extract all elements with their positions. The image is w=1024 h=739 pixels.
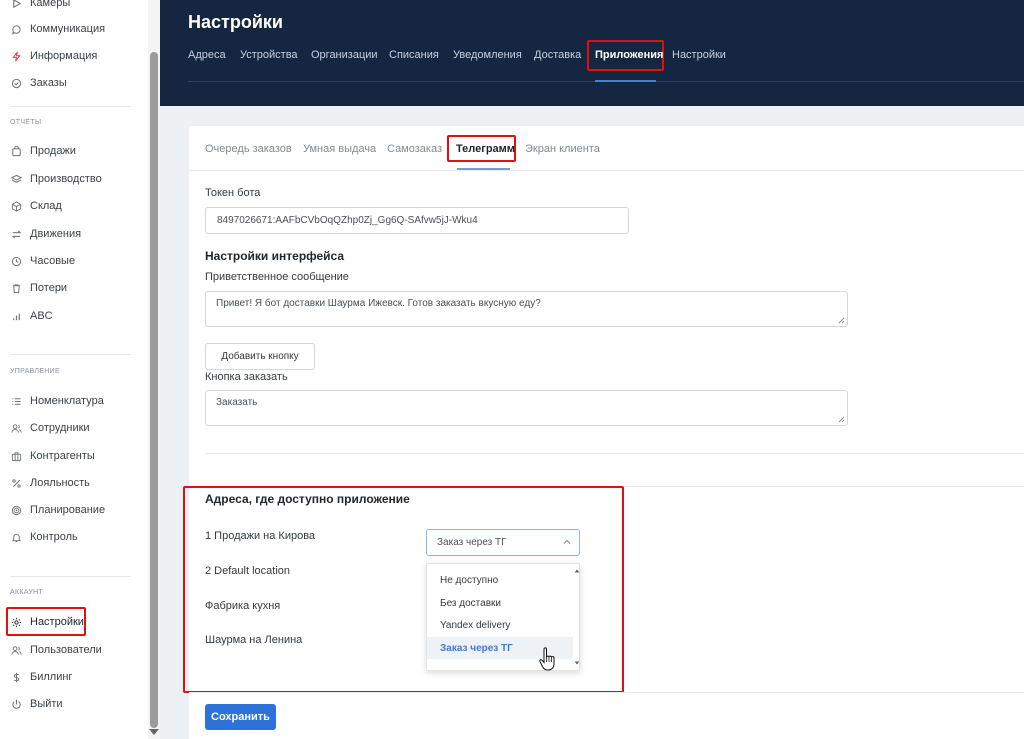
sidebar-item-production[interactable]: Производство xyxy=(10,169,102,189)
chevron-up-icon xyxy=(563,539,571,544)
tab-write-offs[interactable]: Списания xyxy=(389,49,439,61)
bar-chart-icon xyxy=(10,310,22,322)
tab-addresses[interactable]: Адреса xyxy=(188,49,226,61)
tab-devices[interactable]: Устройства xyxy=(240,49,298,61)
order-button-label: Кнопка заказать xyxy=(205,371,288,383)
target-icon xyxy=(10,504,22,516)
sidebar-item-logout[interactable]: Выйти xyxy=(10,694,63,714)
sidebar-item-nomenclature[interactable]: Номенклатура xyxy=(10,391,104,411)
list-icon xyxy=(10,395,22,407)
sidebar-item-users[interactable]: Пользователи xyxy=(10,640,102,660)
play-icon xyxy=(10,0,22,9)
tab-delivery[interactable]: Доставка xyxy=(534,49,581,61)
bell-icon xyxy=(10,531,22,543)
clock-icon xyxy=(10,255,22,267)
dropdown-scroll-up-icon[interactable] xyxy=(574,568,580,574)
availability-select-value: Заказ через ТГ xyxy=(437,537,507,548)
welcome-message-label: Приветственное сообщение xyxy=(205,271,349,283)
active-subtab-indicator xyxy=(457,168,510,170)
dropdown-scroll-down-icon[interactable] xyxy=(574,660,580,666)
dollar-icon xyxy=(10,671,22,683)
sidebar-item-losses[interactable]: Потери xyxy=(10,278,67,298)
sidebar-divider xyxy=(10,106,131,107)
token-label: Токен бота xyxy=(205,187,261,199)
sidebar-item-warehouse[interactable]: Склад xyxy=(10,196,62,216)
active-tab-indicator xyxy=(595,80,656,82)
bot-token-value: 8497026671:AAFbCVbOqQZhp0Zj_Gg6Q-SAfvw5j… xyxy=(217,215,478,226)
sidebar-item-billing[interactable]: Биллинг xyxy=(10,667,72,687)
section-label-reports: ОТЧЁТЫ xyxy=(10,119,42,126)
option-not-available[interactable]: Не доступно xyxy=(427,569,573,591)
sidebar-item-loyalty[interactable]: Лояльность xyxy=(10,473,90,493)
interface-settings-heading: Настройки интерфейса xyxy=(205,249,345,263)
box-icon xyxy=(10,200,22,212)
sidebar-item-cameras[interactable]: Камеры xyxy=(10,0,70,13)
addresses-heading: Адреса, где доступно приложение xyxy=(205,492,410,506)
trash-icon xyxy=(10,282,22,294)
sidebar-item-control[interactable]: Контроль xyxy=(10,527,78,547)
tab-settings[interactable]: Настройки xyxy=(672,49,726,61)
sidebar-item-employees[interactable]: Сотрудники xyxy=(10,418,90,438)
layers-icon xyxy=(10,173,22,185)
check-circle-icon xyxy=(10,77,22,89)
sidebar-item-orders[interactable]: Заказы xyxy=(10,73,67,93)
sidebar: Камеры Коммуникация Информация Заказы ОТ… xyxy=(0,0,148,739)
hand-cursor-icon xyxy=(539,647,555,671)
swap-icon xyxy=(10,228,22,240)
subtab-order-queue[interactable]: Очередь заказов xyxy=(205,143,292,155)
bot-token-input[interactable]: 8497026671:AAFbCVbOqQZhp0Zj_Gg6Q-SAfvw5j… xyxy=(205,207,629,234)
resize-handle-icon[interactable] xyxy=(838,416,845,423)
page-title: Настройки xyxy=(188,12,283,32)
section-label-management: УПРАВЛЕНИЕ xyxy=(10,368,60,375)
sidebar-item-communication[interactable]: Коммуникация xyxy=(10,19,105,39)
option-yandex-delivery[interactable]: Yandex delivery xyxy=(427,614,573,636)
subtab-self-order[interactable]: Самозаказ xyxy=(387,143,442,155)
address-row-1: 1 Продажи на Кирова xyxy=(205,530,316,542)
sidebar-item-counterparties[interactable]: Контрагенты xyxy=(10,446,95,466)
bolt-icon xyxy=(10,50,22,62)
address-row-4: Шаурма на Ленина xyxy=(205,634,303,646)
welcome-message-value: Привет! Я бот доставки Шаурма Ижевск. Го… xyxy=(216,298,541,309)
sidebar-item-hourly[interactable]: Часовые xyxy=(10,251,75,271)
sidebar-item-abc[interactable]: ABC xyxy=(10,306,53,326)
option-no-delivery[interactable]: Без доставки xyxy=(427,592,573,614)
scroll-down-arrow-icon[interactable] xyxy=(149,729,159,735)
form-divider xyxy=(205,453,1024,454)
save-button[interactable]: Сохранить xyxy=(205,704,276,730)
address-row-2: 2 Default location xyxy=(205,565,290,577)
bag-icon xyxy=(10,145,22,157)
subtab-divider xyxy=(189,170,1024,171)
users-icon xyxy=(10,644,22,656)
subtab-smart-pickup[interactable]: Умная выдача xyxy=(303,143,376,155)
order-button-textarea[interactable]: Заказать xyxy=(205,390,848,426)
sidebar-divider xyxy=(10,354,131,355)
tab-organizations[interactable]: Организации xyxy=(311,49,378,61)
chat-icon xyxy=(10,23,22,35)
footer-divider xyxy=(189,692,1024,693)
sidebar-divider xyxy=(10,576,131,577)
briefcase-icon xyxy=(10,450,22,462)
sidebar-item-planning[interactable]: Планирование xyxy=(10,500,105,520)
sidebar-scroll-thumb[interactable] xyxy=(150,52,158,728)
sidebar-item-settings[interactable]: Настройки xyxy=(10,612,84,632)
resize-handle-icon[interactable] xyxy=(838,317,845,324)
percent-icon xyxy=(10,477,22,489)
sidebar-item-sales[interactable]: Продажи xyxy=(10,141,76,161)
welcome-message-textarea[interactable]: Привет! Я бот доставки Шаурма Ижевск. Го… xyxy=(205,291,848,327)
add-button-button[interactable]: Добавить кнопку xyxy=(205,343,315,370)
gear-icon xyxy=(10,616,22,628)
section-label-account: АККАУНТ xyxy=(10,589,44,596)
power-icon xyxy=(10,698,22,710)
sidebar-item-movements[interactable]: Движения xyxy=(10,224,81,244)
address-row-3: Фабрика кухня xyxy=(205,600,281,612)
order-button-value: Заказать xyxy=(216,397,258,408)
subtab-client-screen[interactable]: Экран клиента xyxy=(525,143,600,155)
subtab-telegram[interactable]: Телеграмм xyxy=(456,143,515,155)
availability-select[interactable]: Заказ через ТГ xyxy=(426,529,580,556)
users-icon xyxy=(10,422,22,434)
tab-notifications[interactable]: Уведомления xyxy=(453,49,522,61)
tab-applications[interactable]: Приложения xyxy=(595,49,663,61)
sidebar-item-information[interactable]: Информация xyxy=(10,46,97,66)
